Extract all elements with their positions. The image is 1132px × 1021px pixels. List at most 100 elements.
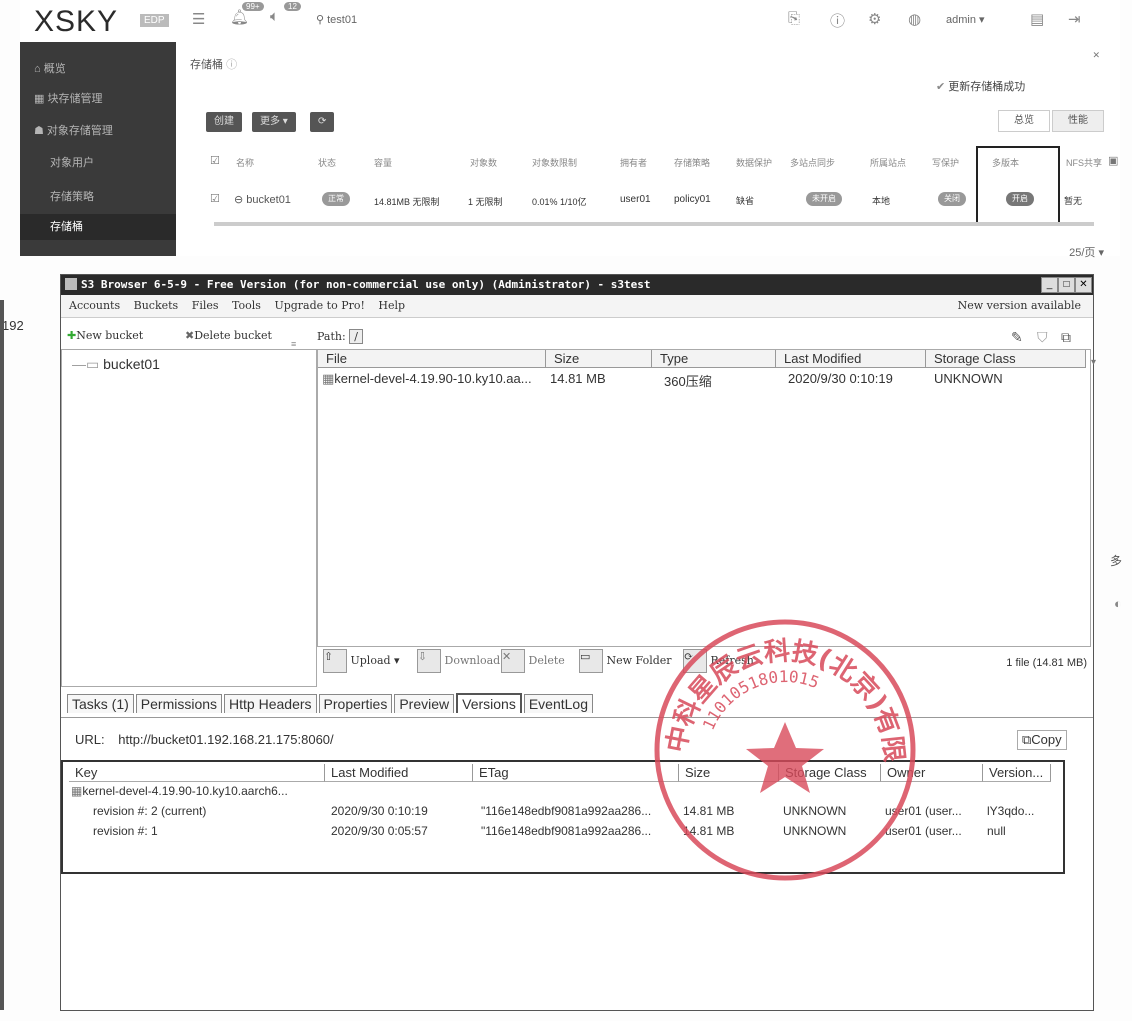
ver-col-owner[interactable]: Owner — [881, 764, 983, 782]
menu-accounts[interactable]: Accounts — [69, 299, 120, 312]
download-label: Download — [444, 654, 501, 667]
copy-label: Copy — [1031, 732, 1062, 747]
new-version-link[interactable]: New version available — [958, 295, 1081, 317]
user-menu[interactable]: admin ▾ — [946, 13, 985, 26]
new-folder-button[interactable]: ▭ New Folder — [579, 649, 672, 673]
settings-icon[interactable]: ⚙ — [868, 10, 881, 28]
s3-titlebar: S3 Browser 6-5-9 - Free Version (for non… — [61, 275, 1093, 295]
refresh-icon: ⟳ — [683, 649, 707, 673]
tab-http-headers[interactable]: Http Headers — [224, 694, 317, 713]
sidebar-item-block-storage[interactable]: ▦ 块存储管理 — [20, 86, 176, 112]
copy-url-button[interactable]: ⧉Copy — [1017, 730, 1067, 750]
sidebar-item-object-users[interactable]: 对象用户 — [20, 150, 176, 176]
col-name[interactable]: 名称 — [236, 156, 254, 169]
edition-badge: EDP — [140, 14, 169, 27]
col-storage-class[interactable]: Storage Class — [926, 350, 1086, 368]
revision-1-version: null — [987, 824, 1006, 838]
collapse-arrow-icon[interactable]: ▾ — [1091, 357, 1096, 368]
sidebar-item-storage-policy[interactable]: 存储策略 — [20, 184, 176, 210]
cell-objects: 1 无限制 — [468, 197, 503, 207]
download-button[interactable]: ⇩ Download — [417, 649, 500, 673]
page-size-selector[interactable]: 25/页 ▾ — [1069, 244, 1104, 260]
upload-button[interactable]: ⇧ Upload ▾ — [323, 649, 400, 673]
sidebar-item-overview[interactable]: ⌂ 概览 — [20, 56, 176, 82]
tab-properties[interactable]: Properties — [318, 694, 393, 713]
ver-col-last-modified[interactable]: Last Modified — [325, 764, 473, 782]
sound-icon[interactable]: 🔈︎ — [270, 8, 279, 25]
more-actions-button[interactable]: 更多 ▾ — [252, 112, 296, 132]
menu-upgrade[interactable]: Upgrade to Pro! — [274, 299, 364, 312]
ver-col-etag[interactable]: ETag — [473, 764, 679, 782]
col-last-modified[interactable]: Last Modified — [776, 350, 926, 368]
row-checkbox[interactable]: ☑ — [210, 192, 220, 205]
col-file[interactable]: File — [318, 350, 546, 368]
delete-bucket-button[interactable]: ✖Delete bucket — [185, 329, 272, 342]
document-icon[interactable]: ▤ — [1030, 10, 1044, 28]
bucket-name[interactable]: ⊖ bucket01 — [234, 193, 291, 206]
menu-tools[interactable]: Tools — [232, 299, 261, 312]
cell-site: 本地 — [872, 196, 891, 206]
revision-1-label[interactable]: revision #: 1 — [93, 824, 158, 838]
path-input[interactable]: / — [349, 329, 363, 344]
bottom-tabs: Tasks (1) Permissions Http Headers Properti… — [67, 693, 595, 715]
cluster-selector[interactable]: ⚲ test01 — [316, 13, 357, 26]
help-icon[interactable]: ⓘ — [830, 10, 845, 31]
tab-permissions[interactable]: Permissions — [135, 694, 223, 713]
col-size[interactable]: Size — [546, 350, 652, 368]
logout-icon[interactable]: ⇥ — [1068, 10, 1081, 28]
tab-tasks[interactable]: Tasks (1) — [67, 694, 134, 713]
version-file-row[interactable]: ▦kernel-devel-4.19.90-10.ky10.aarch6... — [71, 784, 288, 798]
col-owner: 拥有者 — [620, 158, 648, 168]
toast-close-icon[interactable]: ✕ — [1092, 50, 1100, 61]
splitter-handle[interactable]: ≡ — [291, 339, 297, 349]
close-button[interactable]: ✕ — [1075, 277, 1092, 293]
maximize-button[interactable]: □ — [1058, 277, 1075, 293]
tab-performance[interactable]: 性能 — [1052, 110, 1104, 132]
col-type[interactable]: Type — [652, 350, 776, 368]
refresh-icon[interactable]: ⟳ — [310, 112, 335, 132]
filter-icon[interactable]: ⛉ — [1037, 329, 1048, 346]
column-settings-icon[interactable]: ▣ — [1108, 154, 1118, 167]
tab-versions[interactable]: Versions — [456, 693, 522, 713]
menu-buckets[interactable]: Buckets — [134, 299, 179, 312]
sidebar-item-buckets[interactable]: 存储桶 — [20, 214, 176, 240]
task-icon[interactable]: ⎘ — [788, 10, 800, 27]
file-row[interactable]: ▦kernel-devel-4.19.90-10.ky10.aa... — [322, 371, 532, 387]
menu-files[interactable]: Files — [192, 299, 219, 312]
copy-icon[interactable]: ⧉ — [1061, 329, 1071, 346]
revision-2-label[interactable]: revision #: 2 (current) — [93, 804, 206, 818]
ver-col-version[interactable]: Version... — [983, 764, 1051, 782]
tab-eventlog[interactable]: EventLog — [523, 694, 594, 713]
page-size-text: 25/页 — [1069, 247, 1096, 259]
cell-policy[interactable]: policy01 — [674, 194, 711, 205]
menu-help[interactable]: Help — [378, 299, 405, 312]
sidebar-item-object-storage[interactable]: ☗ 对象存储管理 — [20, 118, 176, 144]
revision-2-storage-class: UNKNOWN — [783, 804, 847, 818]
url-input[interactable]: http://bucket01.192.168.21.175:8060/ — [118, 732, 978, 747]
new-bucket-button[interactable]: ✚New bucket — [67, 329, 143, 342]
revision-1-storage-class: UNKNOWN — [783, 824, 847, 838]
versions-table: Key Last Modified ETag Size Storage Clas… — [61, 760, 1065, 874]
select-all-checkbox[interactable]: ☑ — [210, 154, 220, 167]
edit-icon[interactable]: ✎ — [1011, 329, 1023, 346]
success-toast: ✔ 更新存储桶成功 — [936, 78, 1025, 94]
horizontal-scrollbar[interactable] — [214, 222, 1094, 226]
sidebar-item-label: 存储桶 — [50, 221, 83, 233]
ver-col-storage-class[interactable]: Storage Class — [779, 764, 881, 782]
cell-owner[interactable]: user01 — [620, 194, 651, 205]
minimize-button[interactable]: _ — [1041, 277, 1058, 293]
cell-quota: 0.01% 1/10亿 — [532, 197, 587, 207]
create-bucket-button[interactable]: 创建 — [206, 112, 242, 132]
tab-preview[interactable]: Preview — [394, 694, 455, 713]
multisite-badge: 未开启 — [806, 192, 842, 206]
refresh-button[interactable]: ⟳ Refresh — [683, 649, 754, 673]
info-icon: ⓘ — [226, 59, 238, 71]
tree-item-bucket01[interactable]: —▭ bucket01 — [72, 356, 160, 373]
delete-label: Delete — [528, 654, 565, 667]
menu-toggle-icon[interactable]: ☰ — [192, 10, 205, 28]
delete-button[interactable]: ✕ Delete — [501, 649, 565, 673]
globe-icon[interactable]: ◍ — [908, 10, 921, 28]
ver-col-size[interactable]: Size — [679, 764, 779, 782]
tab-overview[interactable]: 总览 — [998, 110, 1050, 132]
ver-col-key[interactable]: Key — [69, 764, 325, 782]
